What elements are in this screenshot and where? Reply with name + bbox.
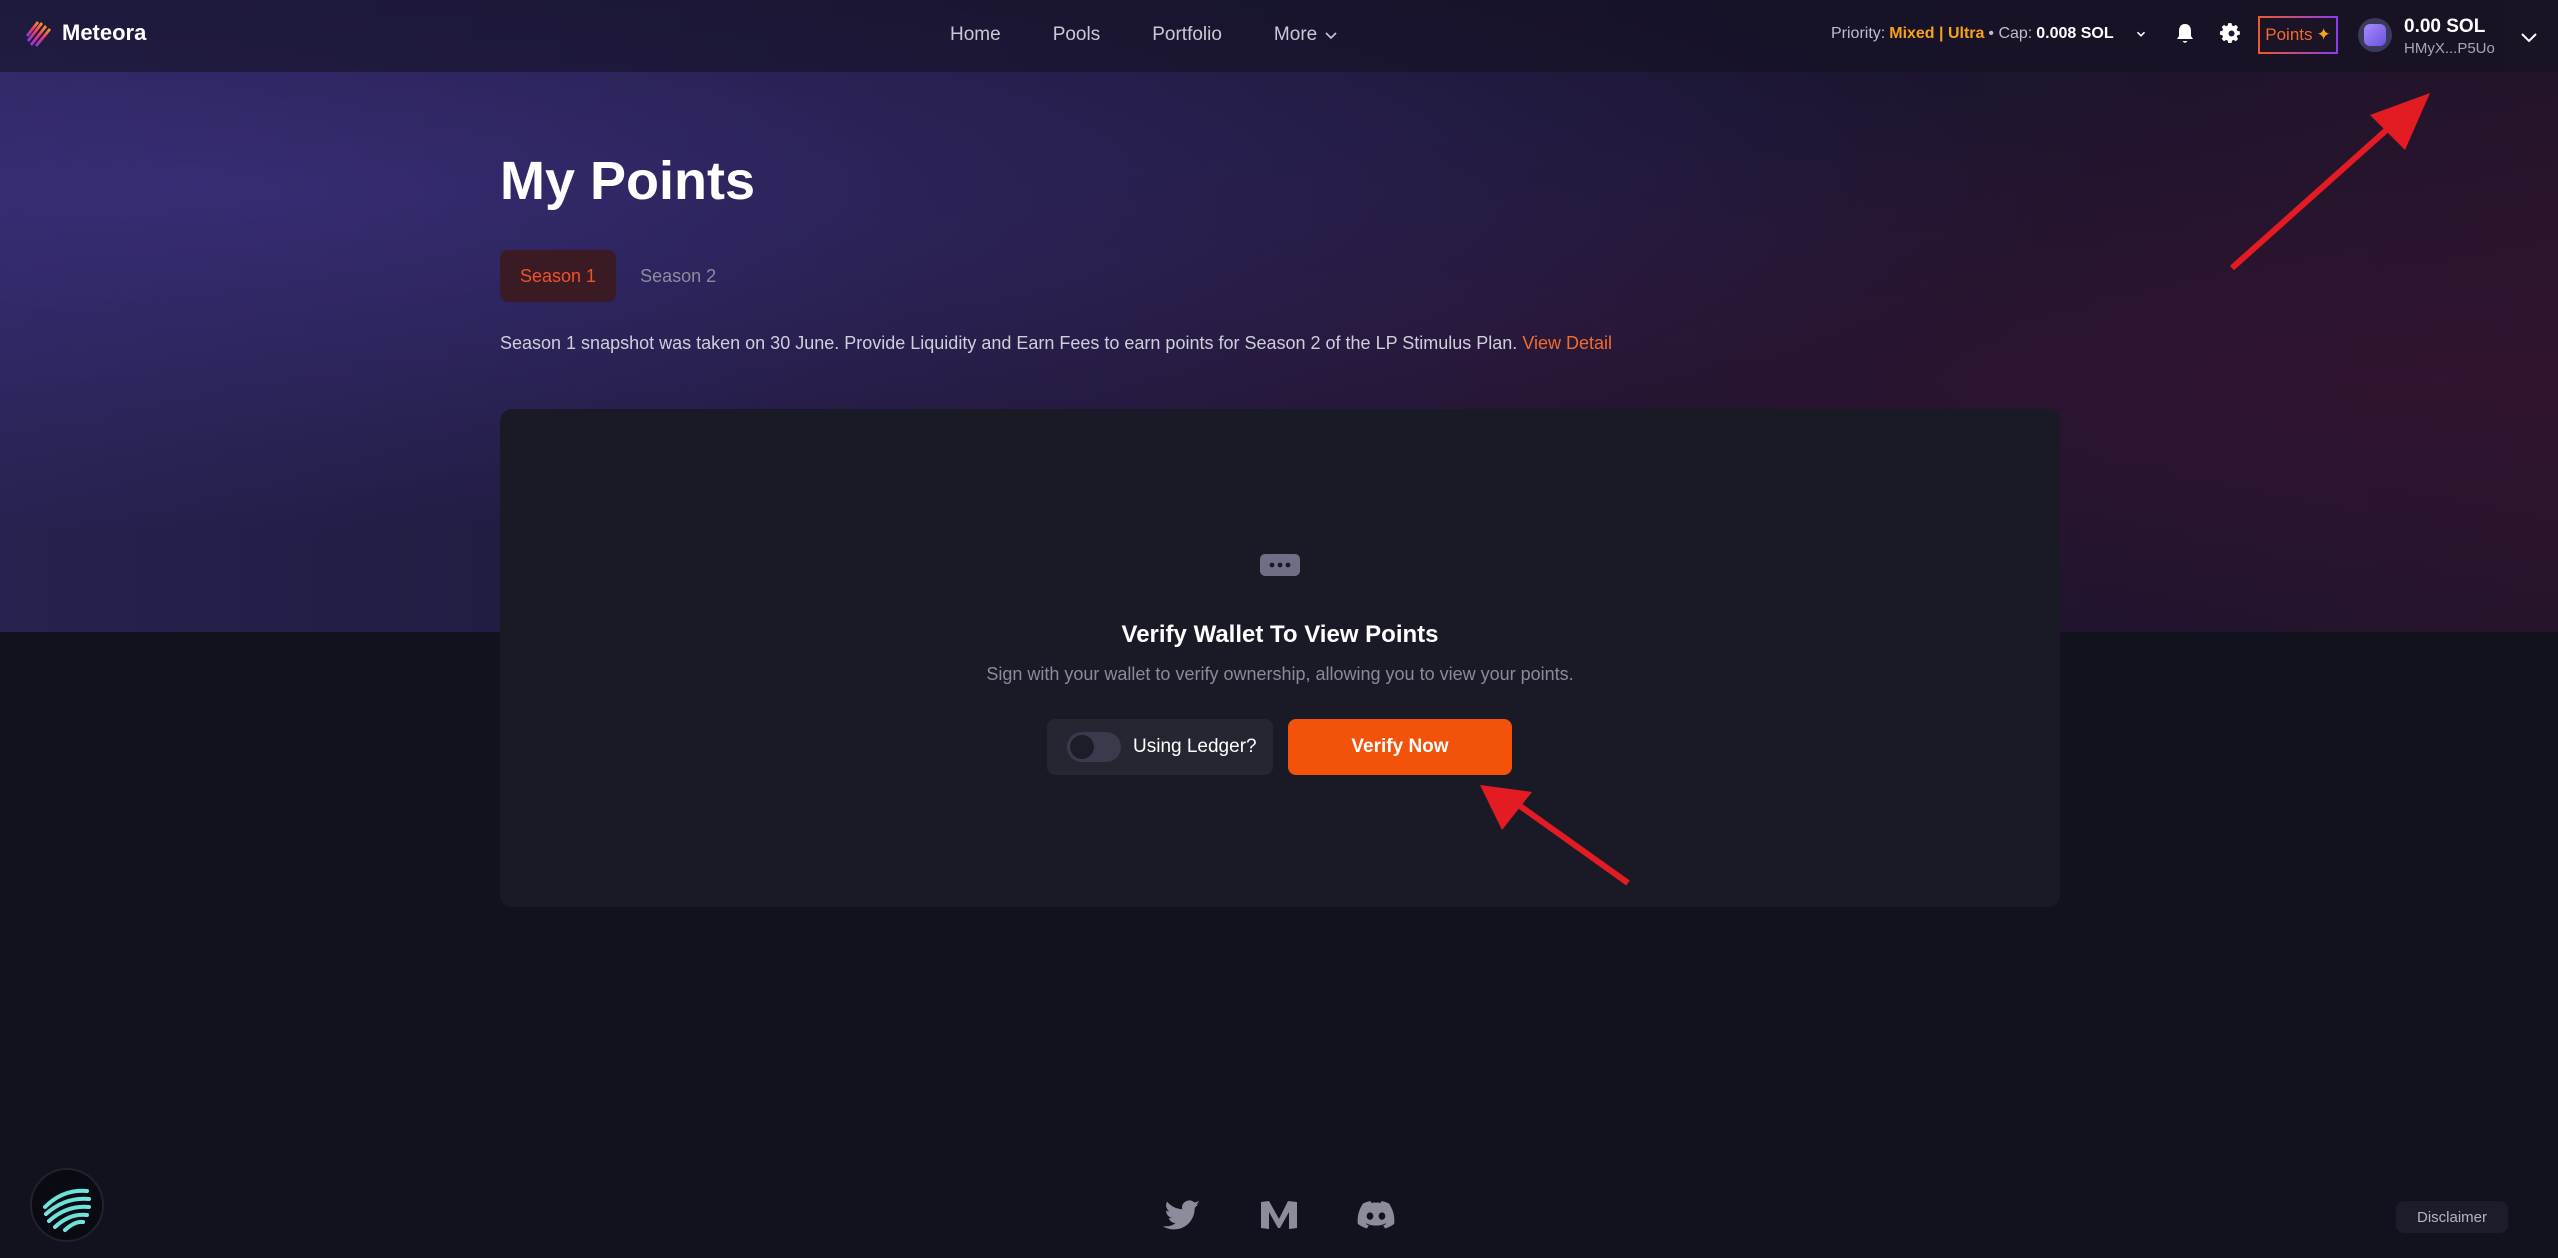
ledger-toggle-container[interactable]: Using Ledger? [1047, 719, 1273, 775]
annotation-arrow-verify [1480, 785, 1630, 886]
view-detail-link[interactable]: View Detail [1522, 333, 1612, 353]
points-button-label: Points [2265, 25, 2313, 44]
twitter-icon[interactable] [1162, 1197, 1202, 1233]
tab-season-2[interactable]: Season 2 [620, 250, 736, 302]
phantom-wallet-icon [2364, 24, 2386, 46]
ledger-label: Using Ledger? [1133, 736, 1257, 757]
brand-logo[interactable]: Meteora [24, 18, 146, 48]
ledger-toggle[interactable] [1067, 732, 1121, 762]
priority-mode: Mixed | Ultra [1889, 25, 1985, 42]
meteora-logo-icon [26, 21, 51, 47]
medium-icon[interactable] [1259, 1197, 1299, 1233]
chat-bubble-dots-icon [1260, 554, 1300, 576]
cap-value: 0.008 SOL [2036, 25, 2114, 42]
description-text: Season 1 snapshot was taken on 30 June. … [500, 333, 1518, 353]
annotation-arrow-top-right [2230, 93, 2430, 271]
nav-pools[interactable]: Pools [1053, 24, 1101, 46]
sparkle-icon: ✦ [2316, 25, 2331, 44]
gear-icon[interactable] [2219, 22, 2243, 46]
disclaimer-button[interactable]: Disclaimer [2396, 1201, 2508, 1233]
wallet-address[interactable]: HMyX...P5Uo [2404, 40, 2495, 57]
toggle-knob [1070, 735, 1094, 759]
top-navbar: Meteora Home Pools Portfolio More Priori… [0, 0, 2558, 72]
bell-icon[interactable] [2174, 22, 2196, 46]
support-chat-icon [41, 1179, 93, 1232]
verify-wallet-card: Verify Wallet To View Points Sign with y… [500, 409, 2060, 907]
nav-portfolio[interactable]: Portfolio [1152, 24, 1222, 46]
chat-widget-button[interactable] [30, 1168, 104, 1242]
season-tabs: Season 1 Season 2 [500, 250, 736, 302]
wallet-avatar[interactable] [2358, 18, 2392, 52]
wallet-chevron-down-icon[interactable] [2518, 26, 2540, 48]
verify-title: Verify Wallet To View Points [1121, 621, 1439, 648]
priority-label: Priority: [1831, 25, 1886, 42]
nav-more-label: More [1273, 24, 1318, 45]
season-description: Season 1 snapshot was taken on 30 June. … [500, 333, 1612, 354]
brand-name: Meteora [62, 20, 147, 45]
main-nav: Home Pools Portfolio More [950, 24, 1391, 46]
tab-season-1[interactable]: Season 1 [500, 250, 617, 302]
nav-home[interactable]: Home [950, 24, 1001, 46]
verify-subtitle: Sign with your wallet to verify ownershi… [986, 664, 1574, 684]
priority-fee-selector[interactable]: Priority: Mixed | Ultra • Cap: 0.008 SOL [1831, 25, 2148, 43]
nav-more[interactable]: More [1274, 24, 1339, 46]
points-button[interactable]: Points ✦ [2258, 16, 2338, 54]
page-title: My Points [500, 151, 756, 211]
chevron-down-icon [1325, 32, 1337, 40]
chevron-down-icon [2136, 31, 2145, 37]
verify-now-button[interactable]: Verify Now [1288, 719, 1512, 775]
wallet-balance[interactable]: 0.00 SOL [2404, 16, 2485, 38]
cap-label: • Cap: [1988, 25, 2033, 42]
discord-icon[interactable] [1356, 1197, 1396, 1233]
